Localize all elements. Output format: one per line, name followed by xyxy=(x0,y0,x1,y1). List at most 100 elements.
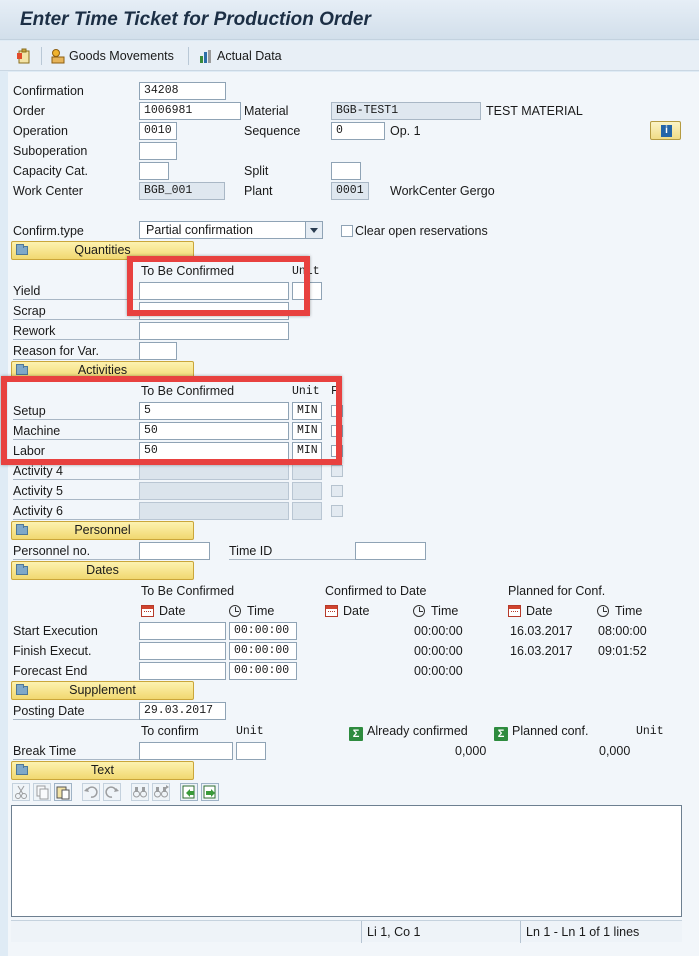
finish-confirmed-time: 00:00:00 xyxy=(414,644,463,658)
sum-icon: Σ xyxy=(349,727,363,741)
goods-movements-button[interactable]: Goods Movements xyxy=(50,46,174,66)
confirm-type-dropdown[interactable]: Partial confirmation xyxy=(139,221,323,239)
paste-icon xyxy=(56,786,70,800)
split-field[interactable] xyxy=(331,162,361,180)
yield-label: Yield xyxy=(13,283,139,300)
text-editor[interactable] xyxy=(11,805,682,917)
info-button[interactable]: i xyxy=(650,121,681,140)
rework-field[interactable] xyxy=(139,322,289,340)
finish-time-field[interactable]: 00:00:00 xyxy=(229,642,297,660)
info-icon: i xyxy=(661,125,672,137)
suboperation-field[interactable] xyxy=(139,142,177,160)
work-center-field: BGB_001 xyxy=(139,182,225,200)
clipboard-button[interactable] xyxy=(16,46,32,66)
redo-icon xyxy=(105,786,119,798)
calendar-icon xyxy=(325,605,338,617)
setup-field[interactable]: 5 xyxy=(139,402,289,420)
posting-date-label: Posting Date xyxy=(13,703,139,720)
clock-icon xyxy=(229,605,241,617)
cut-button[interactable] xyxy=(12,783,30,801)
actual-data-button[interactable]: Actual Data xyxy=(198,46,282,66)
activity-4-unit-field xyxy=(292,462,322,480)
break-time-label: Break Time xyxy=(13,743,139,760)
time-id-field[interactable] xyxy=(355,542,426,560)
labor-field[interactable]: 50 xyxy=(139,442,289,460)
dates-section-tab[interactable]: Dates xyxy=(11,561,194,580)
reason-for-variance-field[interactable] xyxy=(139,342,177,360)
copy-button[interactable] xyxy=(33,783,51,801)
machine-unit-field[interactable]: MIN xyxy=(292,422,322,440)
break-unit-field[interactable] xyxy=(236,742,266,760)
activity-4-field xyxy=(139,462,289,480)
activity-6-field xyxy=(139,502,289,520)
personnel-section-tab[interactable]: Personnel xyxy=(11,521,194,540)
load-local-file-button[interactable] xyxy=(180,783,198,801)
operation-field[interactable]: 0010 xyxy=(139,122,177,140)
find-button[interactable] xyxy=(131,783,149,801)
start-time-field[interactable]: 00:00:00 xyxy=(229,622,297,640)
to-confirm-header: To confirm xyxy=(141,724,199,738)
clear-reservations-label: Clear open reservations xyxy=(355,224,488,238)
paste-button[interactable] xyxy=(54,783,72,801)
confirm-type-value: Partial confirmation xyxy=(146,223,253,237)
scrap-label: Scrap xyxy=(13,303,139,320)
text-section-tab[interactable]: Text xyxy=(11,761,194,780)
actual-data-label: Actual Data xyxy=(217,49,282,63)
confirm-type-label: Confirm.type xyxy=(13,224,84,238)
labor-label: Labor xyxy=(13,443,139,460)
reason-for-variance-label: Reason for Var. xyxy=(13,343,139,360)
forecast-time-field[interactable]: 00:00:00 xyxy=(229,662,297,680)
labor-unit-field[interactable]: MIN xyxy=(292,442,322,460)
clear-reservations-checkbox[interactable] xyxy=(341,225,353,237)
sequence-label: Sequence xyxy=(244,124,301,138)
supplement-section-tab[interactable]: Supplement xyxy=(11,681,194,700)
undo-button[interactable] xyxy=(82,783,100,801)
personnel-number-field[interactable] xyxy=(139,542,210,560)
activity-6-label: Activity 6 xyxy=(13,503,139,520)
sequence-field[interactable]: 0 xyxy=(331,122,385,140)
break-time-field[interactable] xyxy=(139,742,233,760)
plant-field: 0001 xyxy=(331,182,369,200)
already-confirmed-value: 0,000 xyxy=(455,744,487,758)
yield-field[interactable] xyxy=(139,282,289,300)
capacity-category-label: Capacity Cat. xyxy=(13,164,89,178)
find-next-button[interactable] xyxy=(152,783,170,801)
work-center-description: WorkCenter Gergo xyxy=(390,184,495,198)
activities-final-header: F xyxy=(331,385,338,398)
forecast-end-label: Forecast End xyxy=(13,664,88,678)
clock-icon xyxy=(413,605,425,617)
machine-final-checkbox[interactable] xyxy=(331,425,343,437)
tbc-date-header: Date xyxy=(141,603,185,619)
title-bar: Enter Time Ticket for Production Order xyxy=(0,0,699,40)
download-icon xyxy=(203,785,216,799)
redo-button[interactable] xyxy=(103,783,121,801)
material-description: TEST MATERIAL xyxy=(486,104,583,118)
start-date-field[interactable] xyxy=(139,622,226,640)
capacity-category-field[interactable] xyxy=(139,162,169,180)
labor-final-checkbox[interactable] xyxy=(331,445,343,457)
finish-date-field[interactable] xyxy=(139,642,226,660)
quantities-section-tab[interactable]: Quantities xyxy=(11,241,194,260)
confirmation-field[interactable]: 34208 xyxy=(139,82,226,100)
split-label: Split xyxy=(244,164,269,178)
forecast-date-field[interactable] xyxy=(139,662,226,680)
yield-unit-field[interactable] xyxy=(292,282,322,300)
scrap-field[interactable] xyxy=(139,302,289,320)
application-toolbar: Goods Movements Actual Data xyxy=(0,41,699,71)
folder-icon xyxy=(16,764,28,775)
activities-section-tab[interactable]: Activities xyxy=(11,361,194,380)
setup-unit-field[interactable]: MIN xyxy=(292,402,322,420)
start-confirmed-time: 00:00:00 xyxy=(414,624,463,638)
confirmed-date-header: Date xyxy=(325,603,369,619)
undo-icon xyxy=(84,786,98,798)
dates-to-be-confirmed-header: To Be Confirmed xyxy=(141,584,235,598)
activity-6-final-checkbox xyxy=(331,505,343,517)
order-field[interactable]: 1006981 xyxy=(139,102,241,120)
line-count: Ln 1 - Ln 1 of 1 lines xyxy=(526,925,640,939)
save-local-file-button[interactable] xyxy=(201,783,219,801)
chevron-down-icon[interactable] xyxy=(305,222,322,238)
posting-date-field[interactable]: 29.03.2017 xyxy=(139,702,226,720)
setup-final-checkbox[interactable] xyxy=(331,405,343,417)
copy-icon xyxy=(36,785,49,800)
machine-field[interactable]: 50 xyxy=(139,422,289,440)
